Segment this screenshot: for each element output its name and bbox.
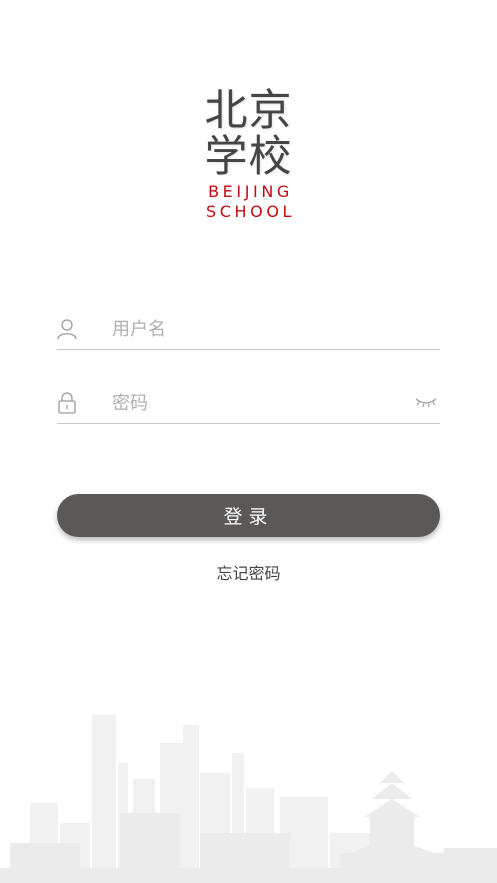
password-input[interactable] — [112, 384, 412, 422]
logo-english-line2: SCHOOL — [205, 202, 296, 221]
lock-icon — [58, 392, 76, 414]
user-icon — [57, 319, 77, 340]
logo-chinese-line1: 北京 — [204, 86, 293, 136]
eye-closed-icon[interactable] — [414, 396, 438, 410]
username-input[interactable] — [112, 310, 412, 348]
skyline-illustration — [0, 715, 497, 883]
logo-chinese-line2: 学校 — [204, 132, 293, 182]
forgot-password-link[interactable]: 忘记密码 — [0, 560, 497, 584]
username-field[interactable] — [57, 310, 440, 350]
logo-english-line1: BEIJING — [208, 182, 293, 201]
login-button[interactable]: 登录 — [57, 494, 440, 537]
school-logo: 北京 学校 BEIJING SCHOOL — [0, 88, 497, 220]
password-field[interactable] — [57, 384, 440, 424]
